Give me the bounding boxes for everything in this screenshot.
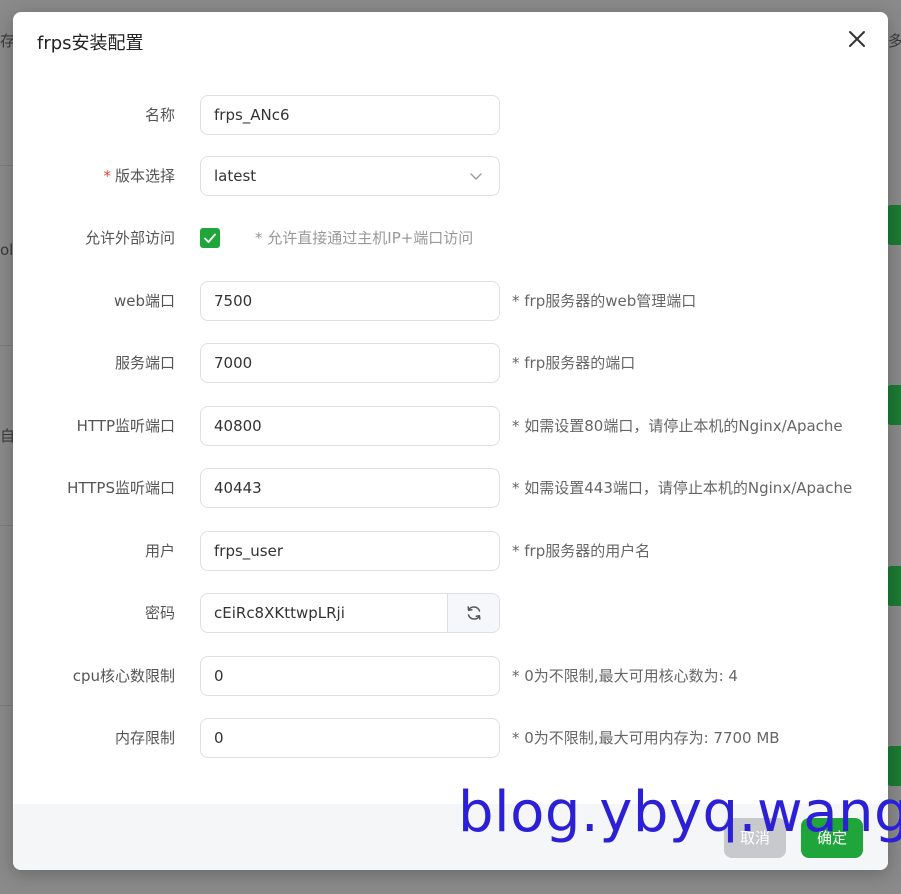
external-access-checkbox[interactable]: [200, 228, 220, 248]
form-row-name: 名称: [13, 95, 888, 135]
user-label: 用户: [144, 542, 175, 560]
checkmark-icon: [204, 233, 216, 243]
form-row-user: 用户 * frp服务器的用户名: [13, 531, 888, 571]
background-divider: [0, 165, 14, 166]
http-port-input[interactable]: [200, 406, 500, 446]
https-port-input[interactable]: [200, 468, 500, 508]
form-row-version: * 版本选择 latest: [13, 156, 888, 196]
form-row-web-port: web端口 * frp服务器的web管理端口: [13, 281, 888, 321]
dialog-footer: 取消 确定: [13, 804, 888, 870]
required-mark: *: [103, 167, 111, 185]
cpu-limit-hint: * 0为不限制,最大可用核心数为: 4: [512, 667, 738, 685]
close-button[interactable]: [846, 28, 868, 50]
frps-install-dialog: frps安装配置 名称 *版本选择 latest 允许外部访问 * 允许直接通过…: [13, 12, 888, 870]
background-divider: [0, 345, 14, 346]
background-button: [887, 566, 901, 606]
user-input[interactable]: [200, 531, 500, 571]
confirm-button[interactable]: 确定: [801, 818, 863, 858]
version-select[interactable]: latest: [200, 156, 500, 196]
refresh-icon: [467, 606, 481, 620]
https-port-label: HTTPS监听端口: [67, 479, 175, 497]
dialog-title: frps安装配置: [37, 33, 144, 54]
background-divider: [0, 525, 14, 526]
password-input[interactable]: [201, 594, 448, 632]
https-port-hint: * 如需设置443端口，请停止本机的Nginx/Apache: [512, 479, 853, 497]
service-port-hint: * frp服务器的端口: [512, 354, 636, 372]
name-input[interactable]: [200, 95, 500, 135]
form-row-cpu-limit: cpu核心数限制 * 0为不限制,最大可用核心数为: 4: [13, 656, 888, 696]
background-divider: [0, 705, 14, 706]
name-label: 名称: [144, 106, 175, 124]
background-button: [887, 205, 901, 245]
cancel-button[interactable]: 取消: [724, 818, 786, 858]
service-port-label: 服务端口: [114, 354, 175, 372]
version-label: * 版本选择: [103, 156, 175, 196]
external-access-label: 允许外部访问: [84, 229, 175, 247]
password-group: [200, 593, 500, 633]
version-select-value: latest: [214, 167, 257, 185]
form-row-https-port: HTTPS监听端口 * 如需设置443端口，请停止本机的Nginx/Apache: [13, 468, 888, 508]
form-row-service-port: 服务端口 * frp服务器的端口: [13, 343, 888, 383]
background-text: 多: [888, 32, 901, 50]
cpu-limit-input[interactable]: [200, 656, 500, 696]
form-row-external-access: 允许外部访问 * 允许直接通过主机IP+端口访问: [13, 218, 888, 258]
version-label-text: 版本选择: [114, 167, 175, 185]
external-access-hint: * 允许直接通过主机IP+端口访问: [255, 229, 474, 247]
http-port-hint: * 如需设置80端口，请停止本机的Nginx/Apache: [512, 417, 843, 435]
mem-limit-label: 内存限制: [114, 729, 175, 747]
web-port-input[interactable]: [200, 281, 500, 321]
regenerate-password-button[interactable]: [447, 594, 499, 632]
background-button: [887, 385, 901, 425]
password-label: 密码: [144, 604, 175, 622]
dialog-header: frps安装配置: [13, 12, 888, 68]
form-row-password: 密码: [13, 593, 888, 633]
background-button: [887, 746, 901, 786]
user-hint: * frp服务器的用户名: [512, 542, 651, 560]
form-row-http-port: HTTP监听端口 * 如需设置80端口，请停止本机的Nginx/Apache: [13, 406, 888, 446]
service-port-input[interactable]: [200, 343, 500, 383]
cpu-limit-label: cpu核心数限制: [72, 667, 175, 685]
close-icon: [849, 31, 865, 47]
mem-limit-input[interactable]: [200, 718, 500, 758]
web-port-label: web端口: [113, 292, 175, 310]
form-row-mem-limit: 内存限制 * 0为不限制,最大可用内存为: 7700 MB: [13, 718, 888, 758]
chevron-down-icon: [470, 173, 482, 180]
web-port-hint: * frp服务器的web管理端口: [512, 292, 697, 310]
mem-limit-hint: * 0为不限制,最大可用内存为: 7700 MB: [512, 729, 780, 747]
http-port-label: HTTP监听端口: [76, 417, 175, 435]
